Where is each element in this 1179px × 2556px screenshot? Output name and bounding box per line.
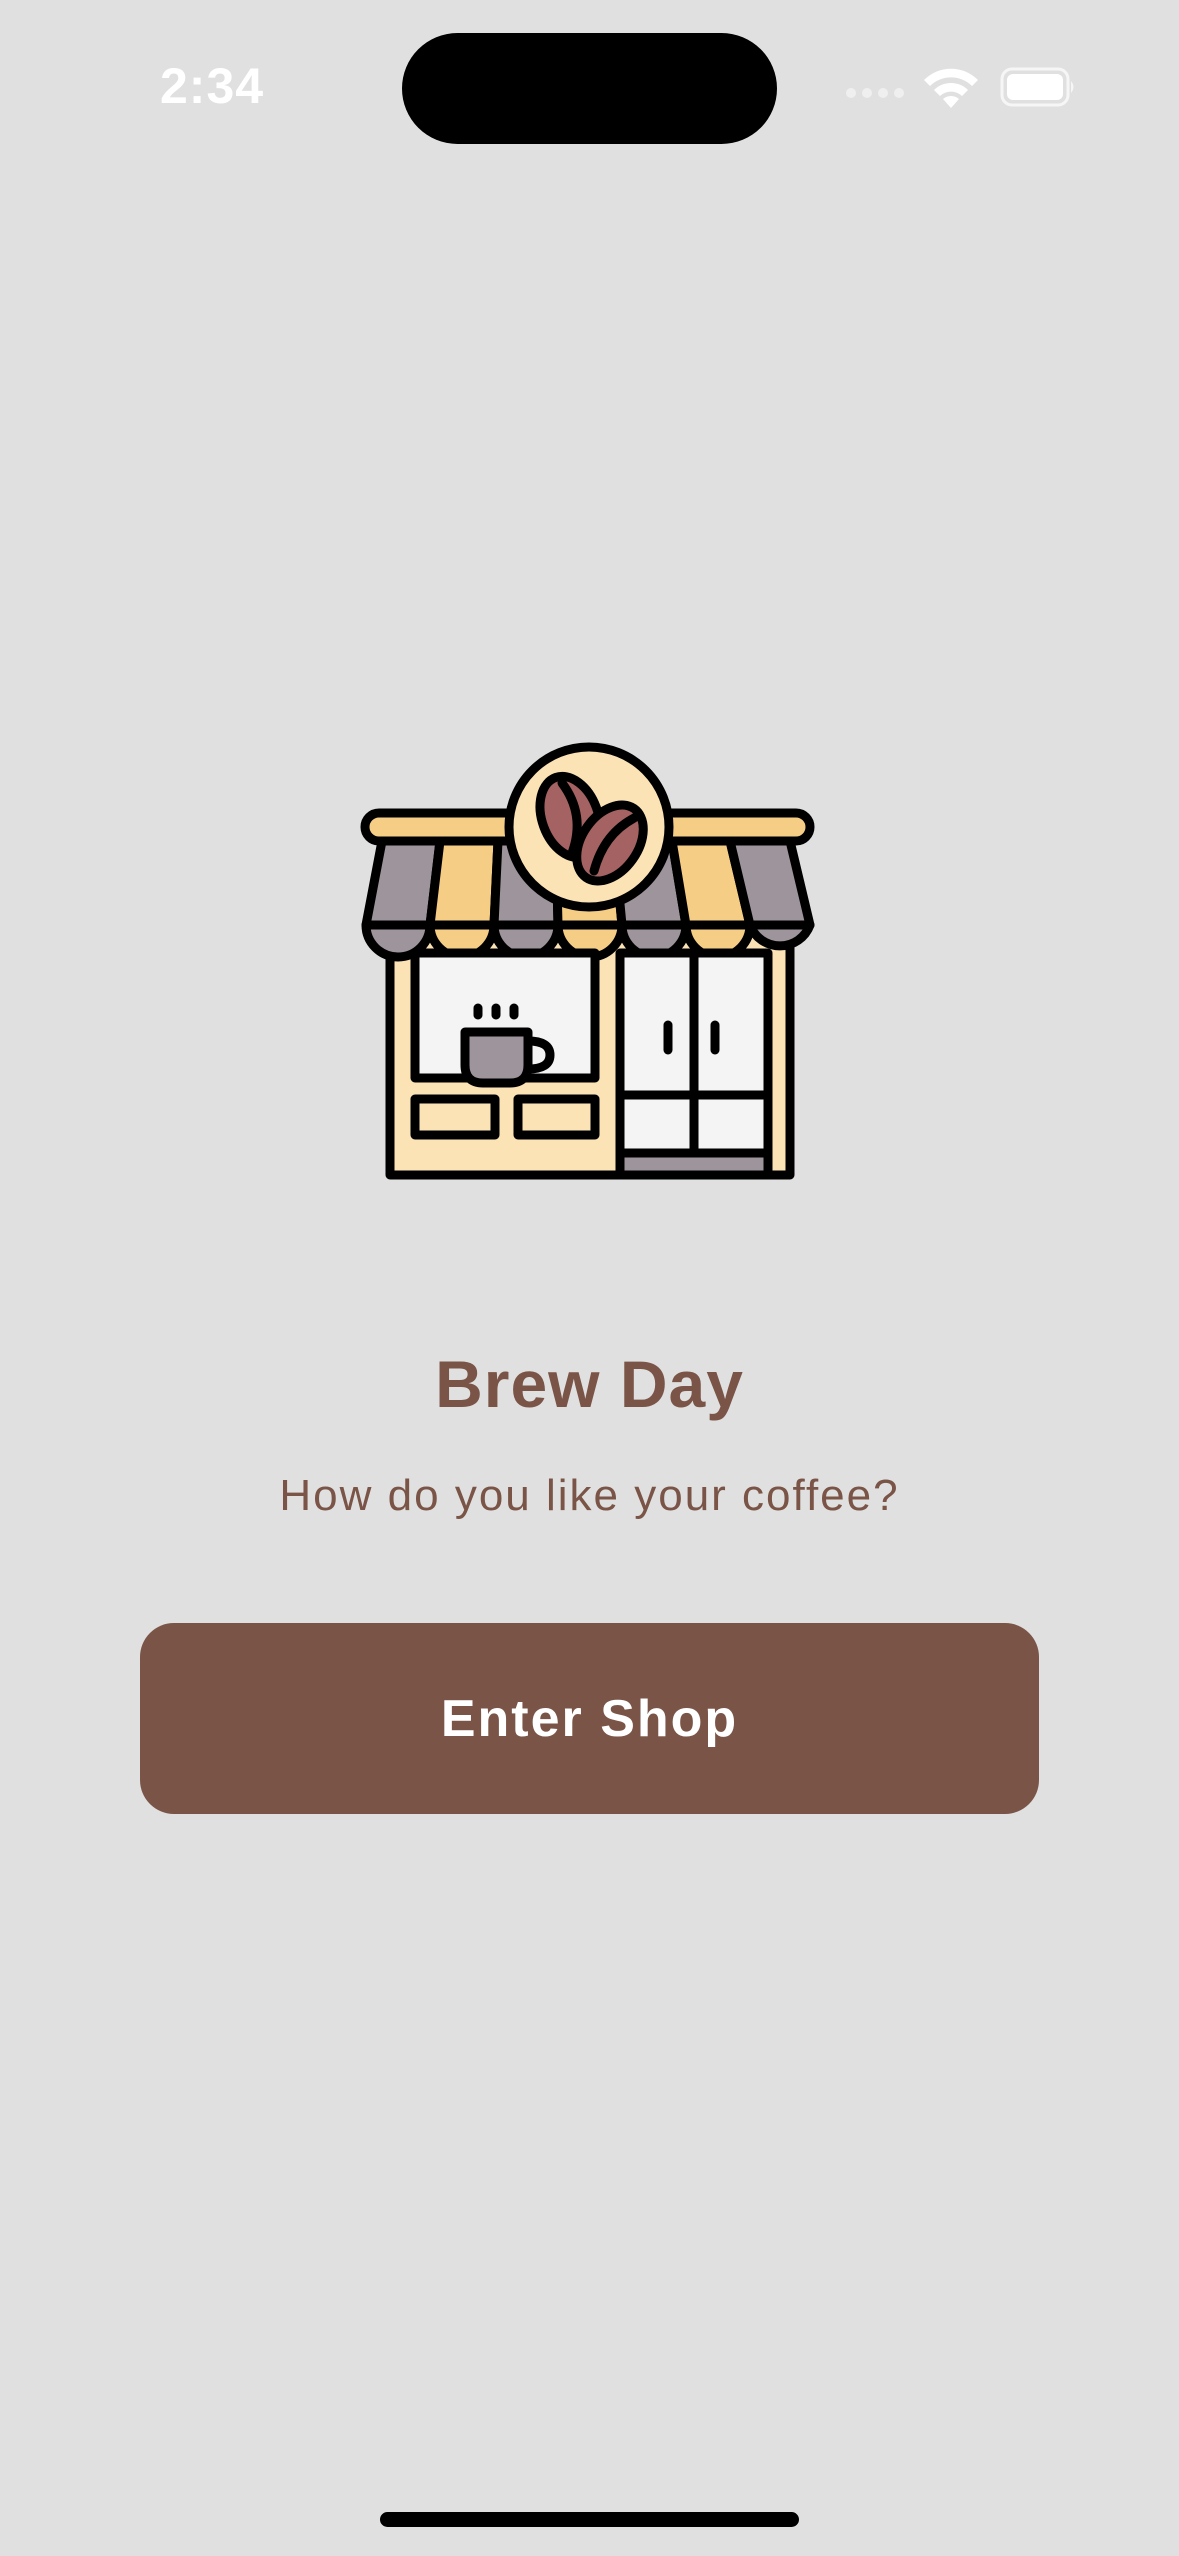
enter-shop-button[interactable]: Enter Shop [140,1623,1039,1814]
home-indicator[interactable] [380,2512,799,2527]
cellular-signal-icon [846,88,904,98]
enter-shop-button-label: Enter Shop [440,1689,739,1748]
coffee-shop-icon [360,742,815,1180]
wifi-icon [924,68,978,108]
battery-icon [1000,67,1074,107]
app-title: Brew Day [435,1347,744,1421]
app-subtitle: How do you like your coffee? [279,1471,900,1520]
dynamic-island [402,33,777,144]
status-time: 2:34 [160,58,265,114]
